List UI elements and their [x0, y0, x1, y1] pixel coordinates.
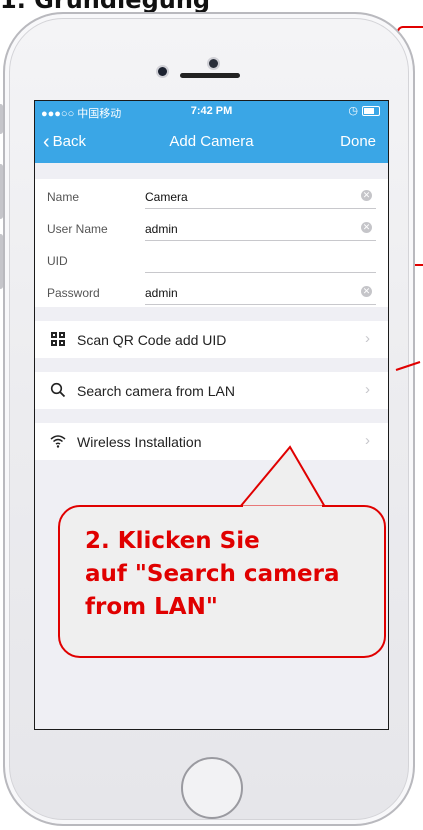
callout-join [243, 505, 322, 509]
